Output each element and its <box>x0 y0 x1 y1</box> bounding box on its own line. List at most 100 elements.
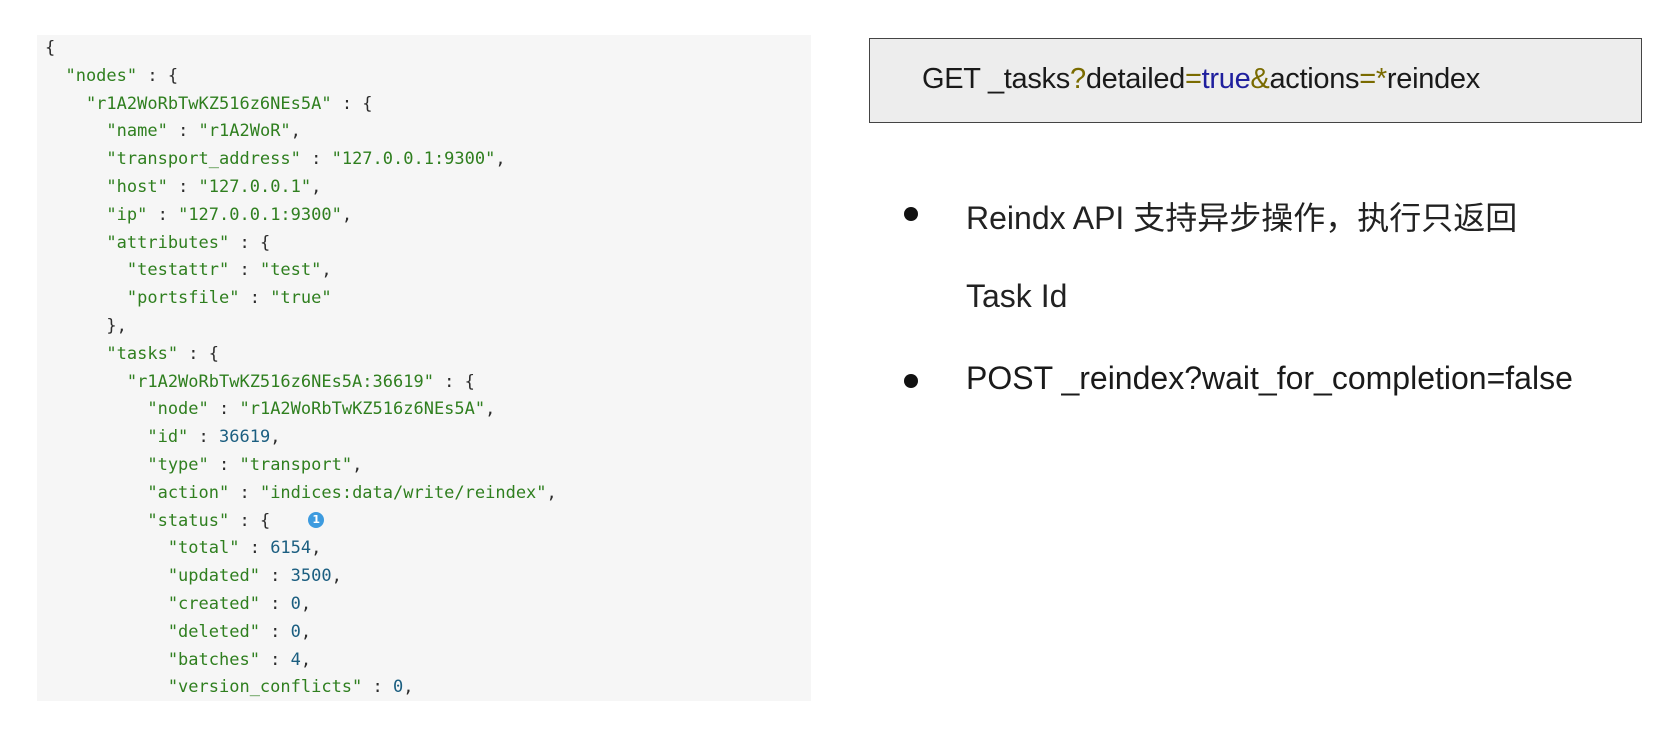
code-token: : <box>208 454 240 475</box>
bullet-2-text: POST _reindex?wait_for_completion=false <box>966 360 1573 396</box>
code-token: "127.0.0.1:9300" <box>331 149 496 170</box>
request-box: GET _tasks?detailed=true&actions=*reinde… <box>869 38 1642 123</box>
code-line: "created" : 0, <box>37 591 811 619</box>
bullet-dot-1 <box>904 207 918 221</box>
code-token: 0 <box>290 621 301 642</box>
code-token: 3500 <box>290 566 332 587</box>
code-token: 0 <box>393 677 404 698</box>
code-token: : { <box>229 510 271 531</box>
code-token: 6154 <box>270 538 312 559</box>
code-line: "ip" : "127.0.0.1:9300", <box>37 202 811 230</box>
code-token: : <box>229 260 260 281</box>
code-token: : <box>208 399 240 420</box>
code-token: : { <box>137 65 179 86</box>
code-token: "indices:data/write/reindex" <box>259 482 547 503</box>
request-param-detailed: detailed <box>1085 63 1185 95</box>
code-token: "r1A2WoRbTwKZ516z6NEs5A" <box>45 93 332 114</box>
code-token: { <box>45 38 56 58</box>
code-token: : <box>259 593 291 614</box>
code-line: "nodes" : { <box>37 63 811 91</box>
code-token: , <box>290 121 301 142</box>
code-token: "attributes" <box>45 232 230 253</box>
code-line: "batches" : 4, <box>37 647 811 675</box>
code-line: "id" : 36619, <box>37 424 811 452</box>
code-token: 36619 <box>219 427 271 448</box>
code-token: , <box>546 482 557 503</box>
code-line: "portsfile" : "true" <box>37 285 811 313</box>
code-line: "host" : "127.0.0.1", <box>37 174 811 202</box>
code-token: : <box>259 621 291 642</box>
request-equals-1: = <box>1185 63 1202 95</box>
code-token: "test" <box>259 260 322 281</box>
code-line: "attributes" : { <box>37 230 811 258</box>
code-token: , <box>331 566 342 587</box>
code-token: : <box>167 176 199 197</box>
code-token: : <box>147 204 179 225</box>
code-token: , <box>321 260 332 281</box>
code-token: "batches" <box>45 649 260 670</box>
code-token: "ip" <box>45 204 148 225</box>
code-token: 4 <box>290 649 301 670</box>
code-token: "r1A2WoR" <box>198 121 291 142</box>
code-token: "action" <box>45 482 230 503</box>
code-token: : <box>188 427 220 448</box>
bullet-dot-2 <box>904 374 918 388</box>
code-line: { <box>37 35 811 63</box>
code-token: , <box>300 621 312 642</box>
code-token: "updated" <box>45 566 260 587</box>
code-token: "host" <box>45 176 168 197</box>
code-token: "true" <box>270 288 332 309</box>
code-token: "node" <box>45 399 209 420</box>
code-line: "transport_address" : "127.0.0.1:9300", <box>37 146 811 174</box>
request-equals-2: = <box>1359 63 1376 95</box>
code-token: "created" <box>45 593 260 614</box>
code-token: , <box>311 176 322 197</box>
code-token: "transport_address" <box>45 149 301 170</box>
code-token: , <box>311 538 322 559</box>
code-token: : { <box>229 232 271 253</box>
callout-info-icon: 1 <box>308 511 325 528</box>
code-token: : <box>239 538 271 559</box>
code-token: "nodes" <box>45 65 138 86</box>
code-line: "name" : "r1A2WoR", <box>37 118 811 146</box>
request-ampersand: & <box>1250 63 1270 95</box>
code-line: "action" : "indices:data/write/reindex", <box>37 480 811 508</box>
code-line: "node" : "r1A2WoRbTwKZ516z6NEs5A", <box>37 396 811 424</box>
code-token: , <box>403 677 414 698</box>
code-token: : <box>167 121 199 142</box>
code-token: : <box>362 677 393 698</box>
code-line: "r1A2WoRbTwKZ516z6NEs5A" : { <box>37 91 811 119</box>
code-token: "127.0.0.1" <box>198 176 312 197</box>
code-token: , <box>300 649 312 670</box>
code-token: : { <box>331 93 373 114</box>
request-value-true: true <box>1201 63 1251 95</box>
code-line: "testattr" : "test", <box>37 257 811 285</box>
code-token: "transport" <box>239 454 353 475</box>
request-value-reindex: reindex <box>1386 63 1480 95</box>
code-token: : <box>239 288 271 309</box>
code-token: : <box>229 482 260 503</box>
code-line: "total" : 6154, <box>37 535 811 563</box>
request-text: GET _tasks?detailed=true&actions=*reinde… <box>922 63 1480 96</box>
code-token: 0 <box>290 593 301 614</box>
code-token: , <box>485 399 496 420</box>
code-token: "name" <box>45 121 168 142</box>
code-token: : <box>259 649 291 670</box>
code-token: "r1A2WoRbTwKZ516z6NEs5A" <box>239 399 486 420</box>
request-method: GET _tasks <box>922 63 1070 95</box>
code-line: "updated" : 3500, <box>37 563 811 591</box>
code-line: }, <box>37 313 811 341</box>
request-param-actions: actions <box>1269 63 1360 95</box>
code-token: , <box>300 593 312 614</box>
json-code-panel: { "nodes" : { "r1A2WoRbTwKZ516z6NEs5A" :… <box>37 35 811 701</box>
request-question-mark: ? <box>1069 63 1086 95</box>
code-token: "deleted" <box>45 621 260 642</box>
code-token: : { <box>433 371 475 392</box>
request-wildcard: * <box>1375 63 1387 95</box>
code-token: : { <box>178 343 220 364</box>
code-token: , <box>341 204 353 225</box>
code-token: "type" <box>45 454 209 475</box>
code-line: "version_conflicts" : 0, <box>37 674 811 701</box>
code-token: , <box>352 454 363 475</box>
code-line: "status" : {1 <box>37 508 811 536</box>
